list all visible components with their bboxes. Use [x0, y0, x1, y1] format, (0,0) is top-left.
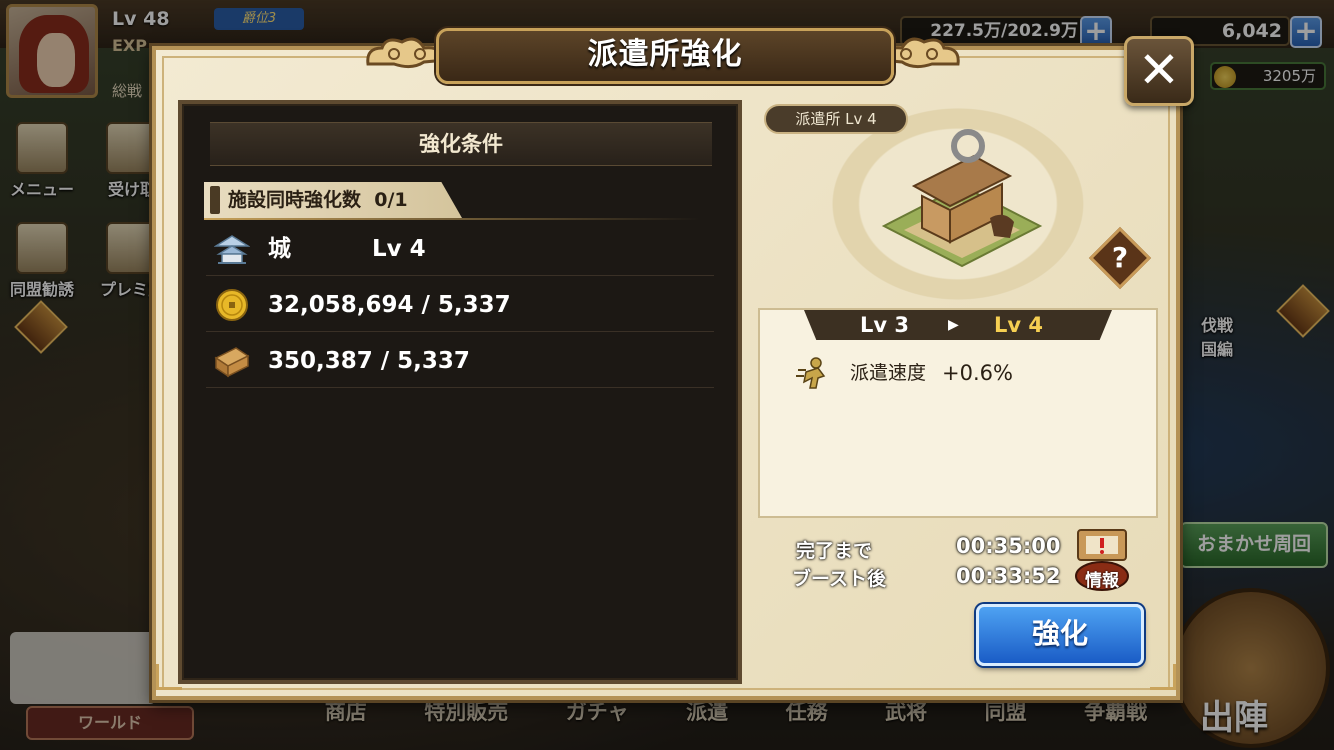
help-question-icon[interactable]: ? — [1098, 236, 1142, 280]
dialog-title: 派遣所強化 — [436, 28, 894, 84]
dispatch-building-icon — [881, 129, 1043, 268]
boost-time-value: 00:33:52 — [956, 564, 1061, 588]
close-button[interactable]: ✕ — [1124, 36, 1194, 106]
simultaneous-upgrade-tag: 施設同時強化数 0/1 — [204, 182, 462, 218]
info-button[interactable]: 情報 — [1074, 526, 1130, 592]
effect-value: +0.6% — [942, 361, 1013, 385]
simultaneous-value: 0/1 — [374, 189, 408, 211]
castle-level: Lv 4 — [372, 236, 426, 262]
level-to: Lv 4 — [994, 313, 1043, 337]
condition-row-castle: 城 Lv 4 — [206, 222, 714, 276]
complete-time-value: 00:35:00 — [956, 534, 1061, 558]
gold-coin-icon — [216, 289, 248, 321]
wood-icon — [214, 347, 250, 378]
effect-label: 派遣速度 — [850, 362, 927, 384]
complete-time-label: 完了まで — [796, 540, 873, 562]
castle-label: 城 — [268, 236, 291, 262]
condition-row-wood: 350,387 / 5,337 — [206, 334, 714, 388]
upgrade-button[interactable]: 強化 — [976, 604, 1144, 666]
condition-row-gold: 32,058,694 / 5,337 — [206, 278, 714, 332]
level-change-bar: Lv 3 ▶ Lv 4 — [804, 310, 1112, 340]
info-button-label: 情報 — [1085, 571, 1119, 591]
simultaneous-label: 施設同時強化数 — [228, 189, 362, 211]
boost-time-label: ブースト後 — [792, 568, 887, 590]
level-from: Lv 3 — [860, 313, 909, 337]
wood-requirement: 350,387 / 5,337 — [268, 348, 470, 374]
castle-icon — [214, 235, 250, 264]
building-level-badge: 派遣所 Lv 4 — [764, 104, 908, 134]
corner-ornament-br — [1150, 664, 1176, 690]
conditions-header: 強化条件 — [210, 122, 712, 166]
dispatch-speed-icon — [796, 357, 826, 389]
conditions-divider — [204, 218, 700, 220]
gold-requirement: 32,058,694 / 5,337 — [268, 292, 511, 318]
level-arrow-icon: ▶ — [948, 317, 959, 333]
